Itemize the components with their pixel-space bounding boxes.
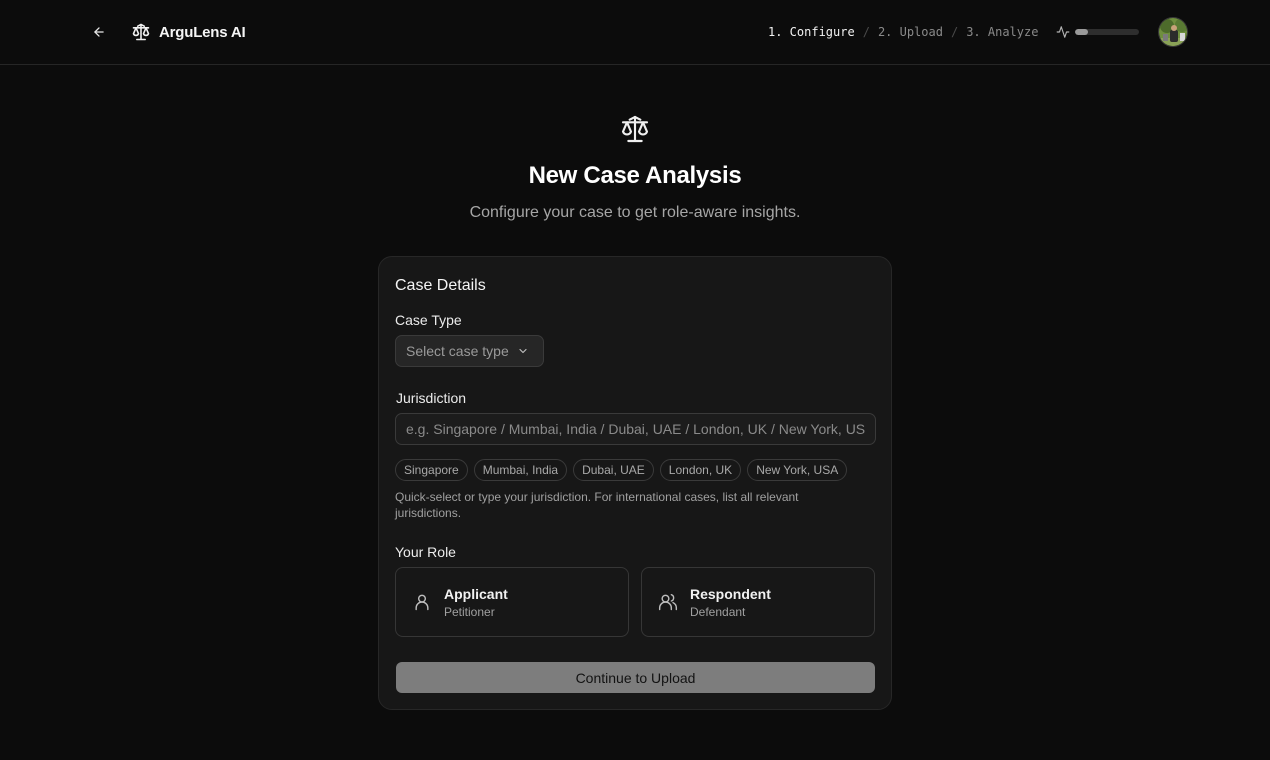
role-option-respondent[interactable]: Respondent Defendant <box>641 567 875 637</box>
continue-to-upload-button[interactable]: Continue to Upload <box>396 662 875 693</box>
arrow-left-icon <box>94 27 104 37</box>
jurisdiction-label: Jurisdiction <box>396 390 467 406</box>
jurisdiction-chips: Singapore Mumbai, India Dubai, UAE Londo… <box>395 459 848 481</box>
step-separator: / <box>950 25 959 39</box>
case-type-placeholder: Select case type <box>406 343 509 359</box>
role-name: Applicant <box>444 586 508 602</box>
case-details-card: Case Details Case Type Select case type … <box>378 256 892 710</box>
case-type-select[interactable]: Select case type <box>395 335 544 367</box>
jurisdiction-hint: Quick-select or type your jurisdiction. … <box>395 490 799 520</box>
chip-london-uk[interactable]: London, UK <box>659 459 742 481</box>
user-icon <box>412 592 432 612</box>
role-label: Your Role <box>395 544 456 560</box>
brand-name: ArguLens AI <box>159 23 246 41</box>
back-button[interactable] <box>88 21 110 43</box>
scale-icon <box>131 22 151 42</box>
chip-mumbai-india[interactable]: Mumbai, India <box>473 459 568 481</box>
page-subtitle: Configure your case to get role-aware in… <box>469 204 801 221</box>
case-type-label: Case Type <box>395 312 462 328</box>
activity-icon <box>1056 25 1070 39</box>
card-title: Case Details <box>395 277 486 294</box>
step-analyze: 3. Analyze <box>966 25 1039 39</box>
role-option-applicant[interactable]: Applicant Petitioner <box>395 567 629 637</box>
role-subtitle: Petitioner <box>444 605 495 619</box>
role-name: Respondent <box>690 586 771 602</box>
scale-icon <box>619 113 651 145</box>
jurisdiction-input[interactable] <box>395 413 876 445</box>
progress-fill <box>1075 29 1088 35</box>
chip-dubai-uae[interactable]: Dubai, UAE <box>573 459 654 481</box>
chip-new-york-usa[interactable]: New York, USA <box>747 459 848 481</box>
chevron-down-icon <box>517 345 529 357</box>
step-separator: / <box>862 25 870 39</box>
progress-bar <box>1075 29 1139 35</box>
step-indicator: 1. Configure / 2. Upload / 3. Analyze <box>768 24 1038 40</box>
step-upload: 2. Upload <box>877 25 943 39</box>
users-icon <box>658 592 678 612</box>
role-subtitle: Defendant <box>690 605 746 619</box>
page-title: New Case Analysis <box>528 162 742 189</box>
step-configure: 1. Configure <box>768 25 855 39</box>
brand: ArguLens AI <box>131 21 246 43</box>
top-navigation-bar: ArguLens AI 1. Configure / 2. Upload / 3… <box>0 0 1270 65</box>
chip-singapore[interactable]: Singapore <box>395 459 468 481</box>
avatar[interactable] <box>1158 17 1188 47</box>
